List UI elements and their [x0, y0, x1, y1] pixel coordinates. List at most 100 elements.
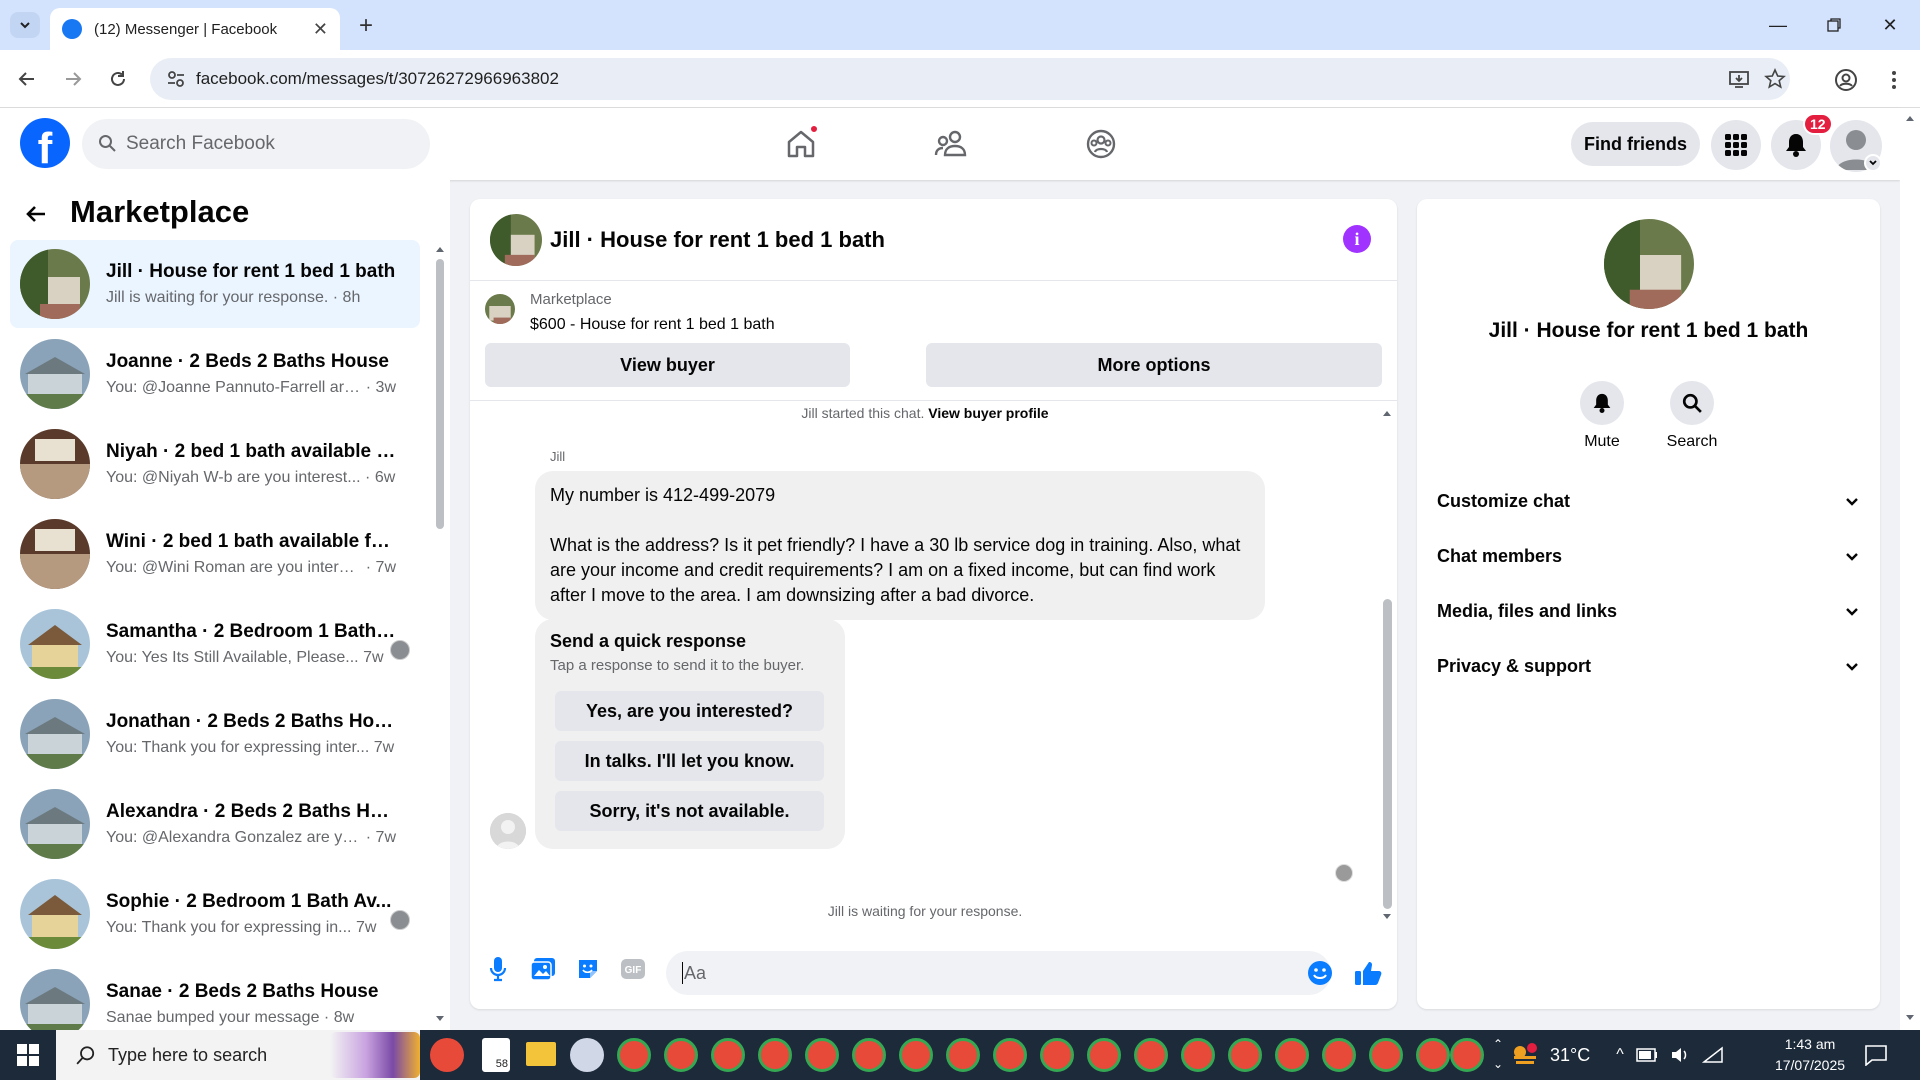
chrome-app-icon[interactable]: [993, 1038, 1027, 1072]
view-buyer-button[interactable]: View buyer: [485, 343, 850, 387]
privacy-support-section[interactable]: Privacy & support: [1437, 646, 1860, 686]
file-explorer-icon[interactable]: [526, 1042, 556, 1066]
chrome-app-icon[interactable]: [1369, 1038, 1403, 1072]
chevron-up-icon[interactable]: ^: [1616, 1046, 1624, 1064]
conversation-item[interactable]: Jill · House for rent 1 bed 1 bath Jill i…: [10, 240, 420, 328]
facebook-search-input[interactable]: Search Facebook: [82, 119, 430, 169]
more-options-button[interactable]: More options: [926, 343, 1382, 387]
tab-search-button[interactable]: [10, 12, 40, 38]
home-nav-button[interactable]: [779, 122, 823, 166]
chrome-app-icon[interactable]: [711, 1038, 745, 1072]
conversation-item[interactable]: Alexandra · 2 Beds 2 Baths House You: @Al…: [10, 780, 420, 868]
chrome-app-icon[interactable]: [1416, 1038, 1450, 1072]
notification-center-icon[interactable]: [1864, 1044, 1888, 1066]
chrome-app-icon[interactable]: [852, 1038, 886, 1072]
close-window-button[interactable]: ✕: [1870, 10, 1910, 40]
message-bubble[interactable]: My number is 412-499-2079 What is the ad…: [535, 471, 1265, 620]
attach-photo-button[interactable]: [525, 951, 561, 987]
groups-nav-button[interactable]: [1079, 122, 1123, 166]
media-files-links-section[interactable]: Media, files and links: [1437, 591, 1860, 631]
like-button[interactable]: [1350, 955, 1386, 991]
quick-response-button[interactable]: Yes, are you interested?: [555, 691, 824, 731]
conversation-item[interactable]: Niyah · 2 bed 1 bath available fo... You:…: [10, 420, 420, 508]
bookmark-star-icon[interactable]: [1764, 68, 1786, 90]
chat-members-section[interactable]: Chat members: [1437, 536, 1860, 576]
chrome-app-icon[interactable]: [1181, 1038, 1215, 1072]
browser-menu-icon[interactable]: [1882, 68, 1906, 92]
notepad-app-icon[interactable]: 58: [482, 1038, 510, 1072]
reload-button[interactable]: [103, 64, 133, 94]
chat-scrollbar[interactable]: [1380, 409, 1394, 921]
volume-icon[interactable]: [1670, 1046, 1690, 1064]
view-buyer-profile-link[interactable]: View buyer profile: [928, 405, 1048, 421]
clock[interactable]: 1:43 am 17/07/2025: [1760, 1034, 1860, 1076]
chrome-app-icon[interactable]: [1322, 1038, 1356, 1072]
profile-icon[interactable]: [1834, 68, 1858, 92]
chrome-app-icon[interactable]: [946, 1038, 980, 1072]
search-in-conversation-button[interactable]: Search: [1647, 381, 1737, 451]
find-friends-button[interactable]: Find friends: [1571, 122, 1700, 166]
info-avatar[interactable]: [1604, 219, 1694, 309]
chrome-app-icon[interactable]: [899, 1038, 933, 1072]
forward-button[interactable]: [58, 64, 88, 94]
quick-response-button[interactable]: In talks. I'll let you know.: [555, 741, 824, 781]
conversation-item[interactable]: Jonathan · 2 Beds 2 Baths House You: Than…: [10, 690, 420, 778]
new-tab-button[interactable]: +: [352, 12, 380, 40]
emoji-button[interactable]: [1302, 955, 1338, 991]
chat-title[interactable]: Jill · House for rent 1 bed 1 bath: [550, 227, 885, 253]
chrome-app-icon[interactable]: [430, 1038, 464, 1072]
wifi-icon[interactable]: [1701, 1046, 1724, 1064]
quick-response-button[interactable]: Sorry, it's not available.: [555, 791, 824, 831]
weather-icon[interactable]: [1510, 1042, 1540, 1068]
back-button[interactable]: [12, 64, 42, 94]
chat-avatar[interactable]: [490, 214, 542, 266]
conversation-item[interactable]: Samantha · 2 Bedroom 1 Bath ... You: Yes …: [10, 600, 420, 688]
chrome-app-icon[interactable]: [1134, 1038, 1168, 1072]
conversation-item[interactable]: Sanae · 2 Beds 2 Baths House Sanae bumped…: [10, 960, 420, 1030]
conversation-item[interactable]: Sophie · 2 Bedroom 1 Bath Av... You: Than…: [10, 870, 420, 958]
facebook-logo[interactable]: f: [20, 118, 70, 168]
chrome-app-icon[interactable]: [758, 1038, 792, 1072]
sender-avatar[interactable]: [490, 813, 526, 849]
browser-tab-messenger[interactable]: (12) Messenger | Facebook ✕: [50, 8, 340, 50]
sticker-button[interactable]: [570, 951, 606, 987]
minimize-button[interactable]: —: [1758, 10, 1798, 40]
conversation-preview: You: Thank you for expressing inter...: [106, 739, 370, 756]
page-scrollbar[interactable]: [1900, 108, 1920, 1030]
chrome-app-icon[interactable]: [1275, 1038, 1309, 1072]
chrome-app-icon[interactable]: [664, 1038, 698, 1072]
chrome-app-icon[interactable]: [1450, 1038, 1484, 1072]
friends-nav-button[interactable]: [929, 122, 973, 166]
message-input[interactable]: Aa: [666, 951, 1331, 995]
chrome-app-icon[interactable]: [1228, 1038, 1262, 1072]
mute-button[interactable]: Mute: [1557, 381, 1647, 451]
back-arrow-icon[interactable]: [24, 202, 48, 226]
close-tab-icon[interactable]: ✕: [313, 19, 328, 40]
chrome-app-icon[interactable]: [1040, 1038, 1074, 1072]
conversation-item[interactable]: Joanne · 2 Beds 2 Baths House You: @Joann…: [10, 330, 420, 418]
install-app-icon[interactable]: [1728, 68, 1750, 90]
listing-thumbnail[interactable]: [485, 294, 515, 324]
battery-icon[interactable]: [1635, 1048, 1658, 1062]
chat-scroll-thumb[interactable]: [1383, 599, 1392, 909]
restore-button[interactable]: [1814, 10, 1854, 40]
sidebar-scrollbar[interactable]: [433, 245, 445, 1025]
customize-chat-section[interactable]: Customize chat: [1437, 481, 1860, 521]
chrome-app-icon[interactable]: [1087, 1038, 1121, 1072]
gif-button[interactable]: GIF: [615, 951, 651, 987]
start-button[interactable]: [0, 1030, 56, 1080]
address-bar[interactable]: facebook.com/messages/t/3072627296696380…: [150, 58, 1790, 100]
voice-clip-button[interactable]: [480, 951, 516, 987]
listing-title[interactable]: $600 - House for rent 1 bed 1 bath: [530, 316, 775, 334]
taskbar-scroll-arrows[interactable]: ⌃ ⌄: [1490, 1034, 1506, 1076]
app-icon[interactable]: [570, 1038, 604, 1072]
conversation-preview: You: @Wini Roman are you interes...: [106, 559, 362, 576]
chrome-app-icon[interactable]: [805, 1038, 839, 1072]
menu-button[interactable]: [1711, 120, 1761, 170]
sidebar-scroll-thumb[interactable]: [436, 259, 444, 529]
info-icon[interactable]: i: [1343, 225, 1371, 253]
account-menu-chevron[interactable]: [1864, 154, 1882, 172]
chrome-app-icon[interactable]: [617, 1038, 651, 1072]
conversation-item[interactable]: Wini · 2 bed 1 bath available for ... You…: [10, 510, 420, 598]
conversation-name: Sophie · 2 Bedroom 1 Bath Av...: [106, 891, 392, 912]
